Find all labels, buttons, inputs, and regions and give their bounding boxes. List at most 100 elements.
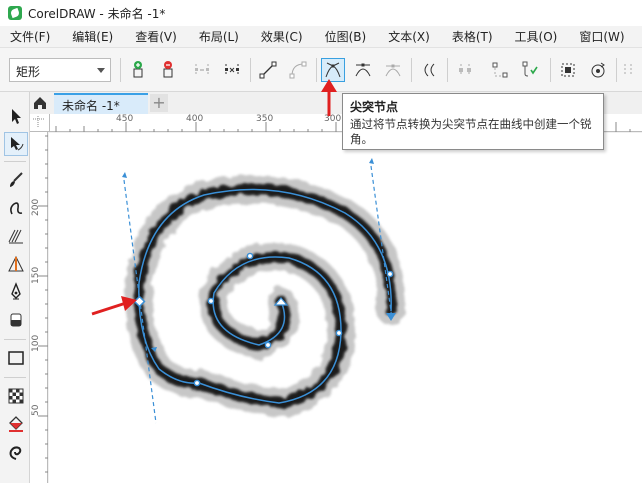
cusp-node-button[interactable] (321, 58, 345, 82)
break-curve-button[interactable] (220, 58, 244, 82)
ruler-label: 50 (31, 404, 41, 416)
to-line-button[interactable] (256, 58, 280, 82)
ruler-label: 400 (186, 114, 204, 124)
ruler-corner[interactable] (30, 114, 50, 132)
extend-curve-button[interactable] (488, 58, 512, 82)
reverse-direction-button[interactable] (417, 58, 441, 82)
smart-fill-icon (8, 255, 24, 272)
shape-type-value: 矩形 (16, 65, 41, 79)
menu-window[interactable]: 窗口(W) (557, 28, 624, 45)
window-title: CorelDRAW - 未命名 -1* (28, 6, 166, 21)
toolbox-separator (4, 377, 26, 378)
shape-type-select[interactable]: 矩形 (9, 58, 111, 82)
menu-file[interactable]: 文件(F) (0, 28, 50, 45)
to-curve-button[interactable] (286, 58, 310, 82)
brush-tool-button[interactable] (4, 168, 28, 192)
rectangle-icon (8, 351, 24, 365)
pen-tool-button[interactable] (4, 280, 28, 304)
menu-table[interactable]: 表格(T) (430, 28, 493, 45)
ruler-label: 300 (324, 114, 342, 124)
menu-bitmaps[interactable]: 位图(B) (303, 28, 367, 45)
ruler-label: 150 (31, 266, 41, 284)
eraser-icon (10, 313, 22, 327)
symmetrical-node-button[interactable] (381, 58, 405, 82)
spiral-fill-icon (9, 446, 22, 460)
extract-subpath-icon (459, 64, 471, 76)
add-tab-button[interactable]: + (150, 94, 168, 112)
delete-node-button[interactable] (156, 58, 180, 82)
toolbox-separator (4, 339, 26, 340)
smart-fill-tool-button[interactable] (4, 252, 28, 276)
menu-layout[interactable]: 布局(L) (177, 28, 239, 45)
chevron-down-icon (97, 68, 105, 73)
spiral-drawing[interactable] (49, 133, 642, 483)
rotate-nodes-button[interactable] (586, 58, 610, 82)
menu-edit[interactable]: 编辑(E) (50, 28, 113, 45)
artistic-media-tool-button[interactable] (4, 224, 28, 248)
join-nodes-icon (195, 64, 209, 76)
auto-close-button[interactable] (518, 58, 542, 82)
freehand-icon (10, 202, 23, 215)
toolbar-separator (411, 58, 412, 82)
tooltip-title: 尖突节点 (350, 100, 399, 114)
toolbar-separator (316, 58, 317, 82)
menu-effects[interactable]: 效果(C) (239, 28, 303, 45)
extract-subpath-button[interactable] (453, 58, 477, 82)
menu-view[interactable]: 查看(V) (113, 28, 177, 45)
document-tab[interactable]: 未命名 -1* (54, 93, 148, 114)
toolbar-separator (447, 58, 448, 82)
align-nodes-icon (624, 64, 632, 76)
add-node-icon (133, 61, 143, 78)
cusp-node-icon (325, 62, 341, 78)
ruler-label: 100 (31, 334, 41, 352)
checkerboard-icon (8, 388, 24, 404)
menu-tools[interactable]: 工具(O) (493, 28, 558, 45)
ruler-label: 350 (256, 114, 274, 124)
ruler-label: 450 (116, 114, 134, 124)
ruler-label: 200 (31, 198, 41, 216)
fill-tool-button[interactable] (4, 412, 28, 436)
title-bar: CorelDRAW - 未命名 -1* (0, 0, 642, 26)
align-nodes-button[interactable] (620, 58, 642, 82)
delete-node-icon (163, 61, 173, 78)
toolbox (0, 92, 30, 483)
to-line-icon (259, 61, 277, 79)
stretch-nodes-button[interactable] (556, 58, 580, 82)
reverse-direction-icon (424, 63, 435, 77)
tooltip-cusp-node: 尖突节点 通过将节点转换为尖突节点在曲线中创建一个锐角。 (342, 93, 604, 150)
pointer-icon (12, 109, 21, 124)
shape-tool-icon (11, 137, 24, 151)
ruler-origin-icon (33, 116, 45, 128)
join-nodes-button[interactable] (190, 58, 214, 82)
menu-bar: 文件(F) 编辑(E) 查看(V) 布局(L) 效果(C) 位图(B) 文本(X… (0, 26, 642, 48)
brush-icon (10, 172, 23, 187)
to-curve-icon (289, 61, 307, 79)
add-node-button[interactable] (126, 58, 150, 82)
ruler-ticks (38, 135, 48, 473)
tooltip-description: 通过将节点转换为尖突节点在曲线中创建一个锐角。 (350, 117, 592, 146)
stretch-nodes-icon (561, 63, 575, 77)
interactive-fill-tool-button[interactable] (4, 440, 28, 464)
rectangle-tool-button[interactable] (4, 346, 28, 370)
toolbar-separator (120, 58, 121, 82)
smooth-node-button[interactable] (351, 58, 375, 82)
transparency-tool-button[interactable] (4, 384, 28, 408)
extend-curve-icon (492, 62, 508, 78)
coreldraw-logo-icon (8, 6, 22, 20)
artistic-media-icon (8, 229, 23, 244)
smooth-node-icon (355, 63, 371, 77)
rotate-nodes-icon (591, 62, 605, 78)
vertical-ruler[interactable]: 200 150 100 50 (30, 132, 48, 483)
eraser-tool-button[interactable] (4, 308, 28, 332)
symmetrical-node-icon (385, 64, 401, 77)
menu-text[interactable]: 文本(X) (366, 28, 430, 45)
toolbar-separator (616, 58, 617, 82)
drawing-canvas[interactable] (49, 133, 642, 483)
auto-close-icon (522, 61, 538, 77)
shape-tool-button[interactable] (4, 132, 28, 156)
home-button[interactable] (30, 94, 50, 112)
plus-icon: + (152, 93, 166, 112)
pick-tool-button[interactable] (4, 104, 28, 128)
freehand-tool-button[interactable] (4, 196, 28, 220)
home-icon (34, 97, 46, 109)
